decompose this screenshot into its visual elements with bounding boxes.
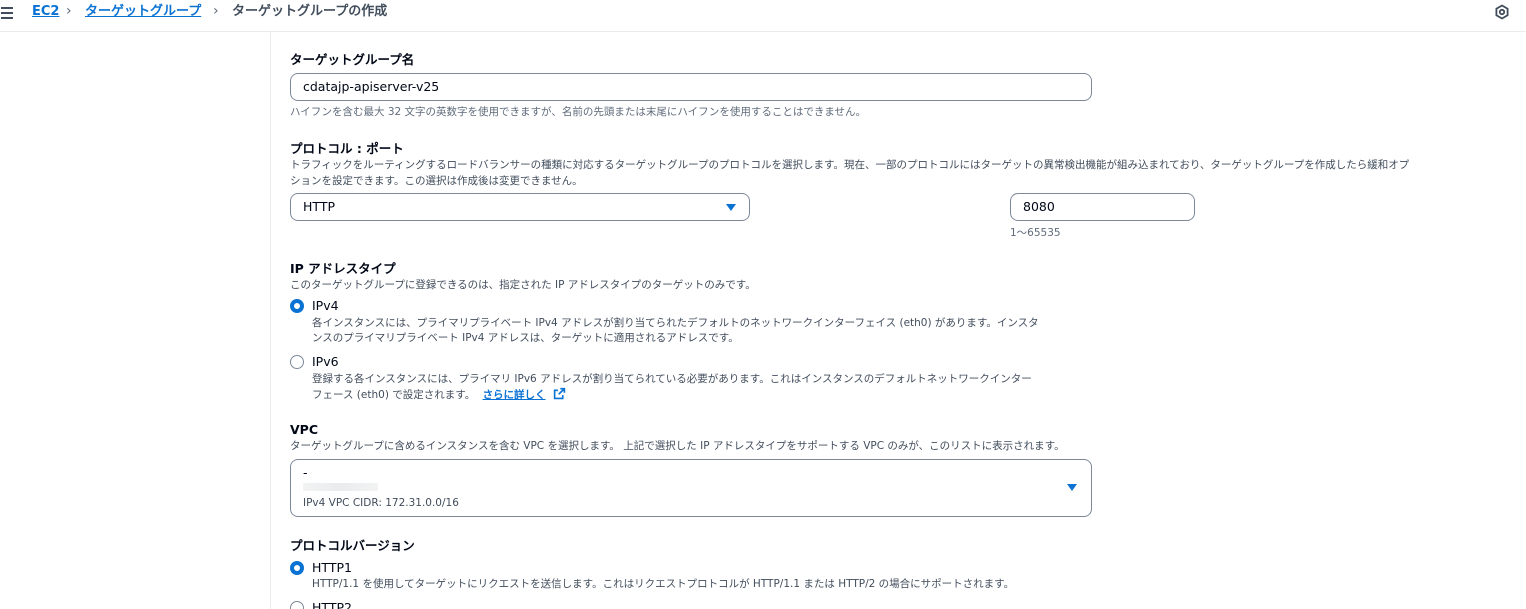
ip-address-type-label: IP アドレスタイプ xyxy=(290,261,396,276)
breadcrumb-ec2[interactable]: EC2 xyxy=(32,3,59,20)
redacted-vpc-id xyxy=(303,483,378,491)
http1-desc: HTTP/1.1 を使用してターゲットにリクエストを送信します。これはリクエスト… xyxy=(312,578,1015,590)
ip-address-type-desc: このターゲットグループに登録できるのは、指定された IP アドレスタイプのターゲ… xyxy=(290,279,756,291)
radio-ipv4[interactable] xyxy=(290,299,304,313)
target-group-name-label: ターゲットグループ名 xyxy=(290,52,415,67)
caret-down-icon xyxy=(1067,484,1077,491)
external-link-icon[interactable] xyxy=(553,387,566,400)
protocol-select-value: HTTP xyxy=(303,199,335,214)
vpc-cidr: IPv4 VPC CIDR: 172.31.0.0/16 xyxy=(303,497,459,509)
protocol-port-desc-line2: ションを設定できます。この選択は作成後は変更できません。 xyxy=(290,175,583,187)
protocol-select[interactable]: HTTP xyxy=(290,193,750,221)
radio-http1-label[interactable]: HTTP1 xyxy=(312,560,352,576)
radio-http2[interactable] xyxy=(290,601,304,609)
port-input[interactable]: 8080 xyxy=(1010,193,1195,221)
ipv6-desc-line1: 登録する各インスタンスには、プライマリ IPv6 アドレスが割り当てられている必… xyxy=(312,373,1032,385)
chevron-right-icon: › xyxy=(213,3,219,19)
vpc-desc: ターゲットグループに含めるインスタンスを含む VPC を選択します。 上記で選択… xyxy=(290,440,1065,452)
target-group-name-input[interactable]: cdatajp-apiserver-v25 xyxy=(290,73,1092,101)
protocol-port-label: プロトコル : ポート xyxy=(290,141,404,156)
vpc-selected-name: - xyxy=(303,465,308,480)
radio-http2-label[interactable]: HTTP2 xyxy=(312,600,352,609)
chevron-right-icon: › xyxy=(66,3,72,19)
ipv4-desc-line2: ンスのプライマリプライベート IPv4 アドレスは、ターゲットに適用されるアドレ… xyxy=(312,332,739,344)
radio-http1[interactable] xyxy=(290,561,304,575)
ipv4-desc-line1: 各インスタンスには、プライマリプライベート IPv4 アドレスが割り当てられたデ… xyxy=(312,317,1039,329)
protocol-port-desc-line1: トラフィックをルーティングするロードバランサーの種類に対応するターゲットグループ… xyxy=(290,159,1410,171)
port-range-hint: 1〜65535 xyxy=(1010,227,1061,239)
ipv6-desc-line2-text: フェース (eth0) で設定されます。 xyxy=(312,389,476,401)
radio-ipv4-label[interactable]: IPv4 xyxy=(312,298,339,314)
settings-icon[interactable] xyxy=(1494,4,1510,20)
vpc-label: VPC xyxy=(290,422,319,437)
caret-down-icon xyxy=(726,204,736,211)
radio-ipv6[interactable] xyxy=(290,355,304,369)
learn-more-link[interactable]: さらに詳しく xyxy=(483,389,546,401)
ipv6-desc-line2: フェース (eth0) で設定されます。 さらに詳しく xyxy=(312,387,566,403)
content-divider xyxy=(270,32,271,609)
breadcrumb-current: ターゲットグループの作成 xyxy=(232,4,388,19)
breadcrumb-target-groups[interactable]: ターゲットグループ xyxy=(85,3,201,20)
top-navigation-bar: EC2 › ターゲットグループ › ターゲットグループの作成 xyxy=(0,0,1526,32)
vpc-select[interactable]: - IPv4 VPC CIDR: 172.31.0.0/16 xyxy=(290,459,1092,517)
protocol-version-label: プロトコルバージョン xyxy=(290,538,415,553)
menu-icon[interactable] xyxy=(0,5,16,21)
radio-ipv6-label[interactable]: IPv6 xyxy=(312,354,339,370)
target-group-name-help: ハイフンを含む最大 32 文字の英数字を使用できますが、名前の先頭または末尾にハ… xyxy=(290,106,867,118)
